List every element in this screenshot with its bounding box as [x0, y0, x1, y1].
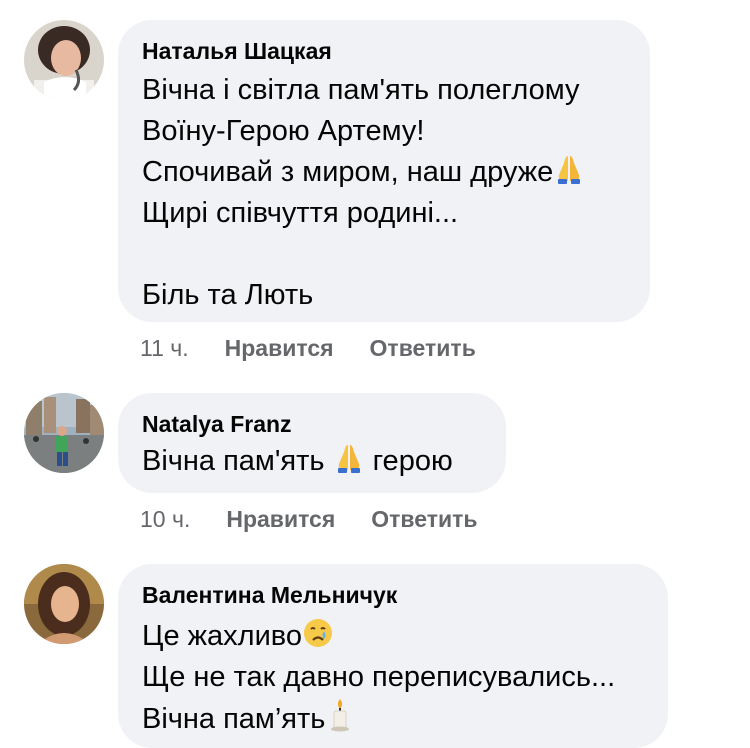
comment-text-line: Це жахливо [142, 616, 642, 657]
comment-author[interactable]: Natalya Franz [142, 411, 480, 437]
comment-blank-line [142, 234, 624, 275]
comment-timestamp[interactable]: 11 ч. [140, 335, 189, 361]
comment-bubble: Наталья Шацкая Вічна і світла пам'ять по… [118, 20, 650, 322]
comment-text: Вічна пам'ять [142, 445, 333, 477]
avatar-natalya-shatskaya[interactable] [24, 20, 104, 100]
comment-text-line: Щирі співчуття родині... [142, 197, 459, 229]
comment-text-line: Вічна і світла пам'ять полеглому [142, 74, 580, 106]
comment-bubble: Валентина Мельничук Це жахливо Ще не так… [118, 564, 668, 748]
comment-text-line: Спочивай з миром, наш друже [142, 152, 624, 193]
comment-text: Спочивай з миром, наш друже [142, 156, 554, 188]
like-button[interactable]: Нравится [226, 506, 335, 532]
candle-icon [325, 698, 355, 744]
reply-button[interactable]: Ответить [370, 335, 476, 361]
folded-hands-icon [553, 153, 585, 197]
comment-text-line: Вічна пам’ять [142, 698, 642, 739]
comment-text: Вічна пам’ять [142, 703, 326, 735]
comment-text: герою [364, 445, 453, 477]
comment-bubble: Natalya Franz Вічна пам'ять герою [118, 393, 506, 493]
comment-text-line: Ще не так давно переписувались... [142, 661, 616, 693]
comment-text-line: Вічна пам'ять герою [142, 441, 480, 482]
crying-face-icon [302, 617, 334, 661]
comment-author[interactable]: Наталья Шацкая [142, 38, 624, 64]
comment-timestamp[interactable]: 10 ч. [140, 506, 190, 532]
like-button[interactable]: Нравится [225, 335, 334, 361]
reply-button[interactable]: Ответить [371, 506, 477, 532]
comment-text-line: Воїну-Герою Артему! [142, 115, 425, 147]
comment-text: Це жахливо [142, 620, 302, 652]
folded-hands-icon [333, 442, 365, 486]
comment-author[interactable]: Валентина Мельничук [142, 582, 642, 608]
avatar-natalya-franz[interactable] [24, 393, 104, 473]
comment-actions: 11 ч. Нравится Ответить [140, 334, 476, 362]
avatar-valentina-melnychuk[interactable] [24, 564, 104, 644]
comment-actions: 10 ч. Нравится Ответить [140, 505, 478, 533]
comment-text-line: Біль та Лють [142, 279, 314, 311]
